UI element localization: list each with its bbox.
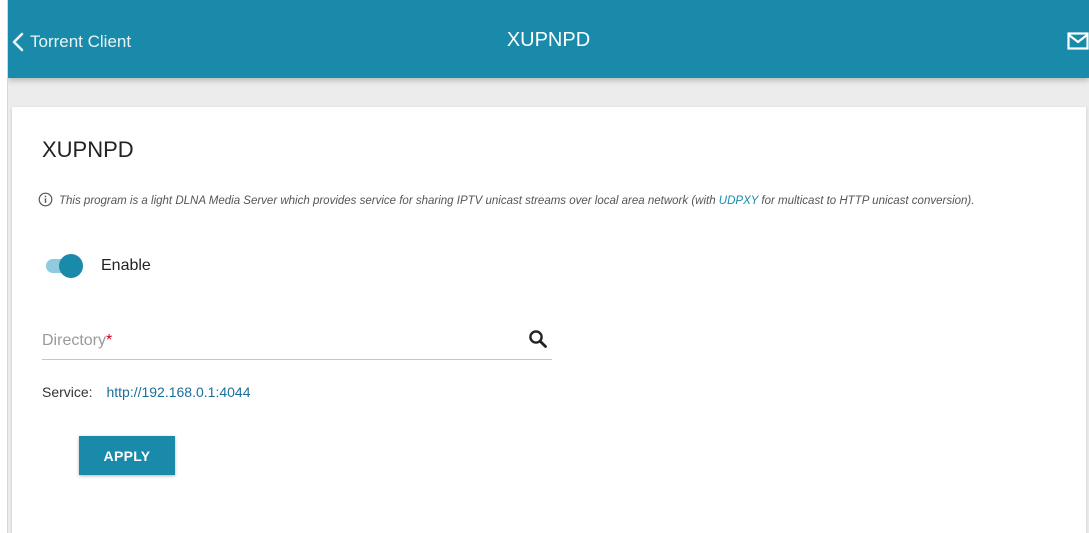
enable-label: Enable	[101, 257, 151, 274]
toggle-knob	[59, 254, 83, 278]
enable-row: Enable	[45, 254, 151, 278]
apply-button[interactable]: APPLY	[79, 436, 175, 475]
enable-toggle[interactable]	[45, 254, 83, 278]
search-icon[interactable]	[528, 329, 548, 354]
info-note: This program is a light DLNA Media Serve…	[38, 191, 1038, 214]
section-title: XUPNPD	[42, 137, 134, 162]
service-row: Service: http://192.168.0.1:4044	[42, 384, 250, 400]
settings-card: XUPNPD This program is a light DLNA Medi…	[12, 107, 1086, 533]
info-text-end: for multicast to HTTP unicast conversion…	[758, 195, 975, 207]
service-url-link[interactable]: http://192.168.0.1:4044	[106, 384, 250, 400]
directory-field[interactable]: Directory*	[42, 325, 552, 360]
directory-label-text: Directory	[42, 332, 107, 349]
required-mark: *	[106, 332, 113, 349]
info-text-start: This program is a light DLNA Media Serve…	[59, 195, 719, 207]
app-window: Torrent Client XUPNPD XUPNPD This progra…	[7, 0, 1089, 533]
envelope-icon[interactable]	[1067, 32, 1089, 55]
service-label: Service:	[42, 384, 93, 400]
top-bar: Torrent Client XUPNPD	[8, 0, 1089, 78]
page-title: XUPNPD	[506, 29, 591, 51]
udpxy-link[interactable]: UDPXY	[719, 195, 758, 207]
info-circle-icon	[38, 192, 53, 214]
directory-label: Directory*	[42, 332, 112, 350]
